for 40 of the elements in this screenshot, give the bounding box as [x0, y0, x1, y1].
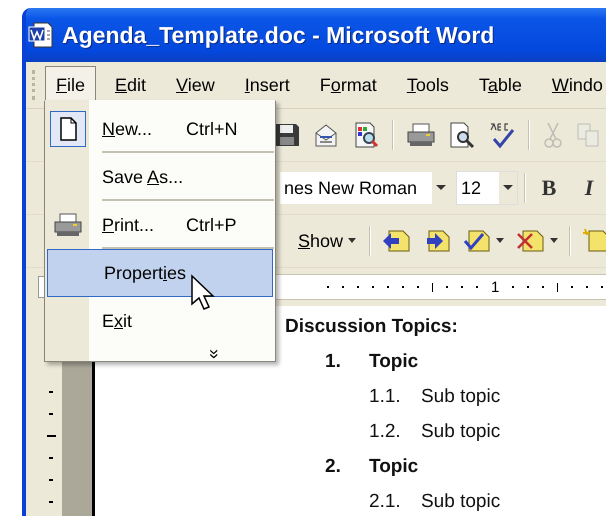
menu-item[interactable]: View: [165, 66, 226, 104]
menu-item[interactable]: Insert: [234, 66, 301, 104]
menu-item[interactable]: Windo: [540, 66, 606, 104]
bold-button[interactable]: B: [532, 175, 566, 201]
show-button[interactable]: Show: [296, 226, 360, 256]
window-title: Agenda_Template.doc - Microsoft Word: [62, 22, 494, 48]
expand-menu-button[interactable]: »: [45, 345, 275, 363]
menu-item[interactable]: Save As...: [45, 153, 275, 201]
subtopic-text: Sub topic: [421, 421, 500, 444]
printer-icon[interactable]: [406, 122, 436, 148]
menu-item[interactable]: Format: [308, 66, 388, 104]
list-number: 1.1.: [368, 386, 402, 409]
topic-text: Topic: [369, 456, 418, 479]
heading: Discussion Topics:: [285, 316, 459, 339]
list-number: 2.1.: [368, 491, 402, 514]
font-size-field[interactable]: 12: [456, 171, 518, 205]
list-number: 1.2.: [368, 421, 402, 444]
dropdown-arrow-icon[interactable]: [347, 238, 358, 244]
menu-item[interactable]: Edit: [104, 66, 158, 104]
subtopic-text: Sub topic: [421, 386, 500, 409]
dropdown-arrow-icon[interactable]: [549, 238, 560, 244]
menu-item[interactable]: New... Ctrl+N: [45, 105, 275, 153]
font-name-field[interactable]: nes New Roman: [280, 172, 450, 204]
document-icon: [28, 21, 54, 49]
list-number: 1.: [324, 351, 342, 374]
list-number: 2.: [324, 456, 342, 479]
menu-item[interactable]: Tools: [396, 66, 460, 104]
printer-icon: [53, 212, 83, 238]
spell-check-icon[interactable]: [488, 121, 516, 149]
ruler-number: 1: [491, 278, 500, 296]
menu-item[interactable]: Table: [468, 66, 533, 104]
italic-button[interactable]: I: [572, 175, 606, 201]
dropdown-arrow-icon[interactable]: [495, 238, 506, 244]
menu-item[interactable]: Properties: [47, 249, 273, 297]
topic-text: Topic: [369, 351, 418, 374]
menu-item[interactable]: Exit: [45, 297, 275, 345]
blank-page-icon: [51, 112, 85, 146]
menu-item[interactable]: Print... Ctrl+P: [45, 201, 275, 249]
subtopic-text: Sub topic: [421, 491, 500, 514]
page-magnifier-icon[interactable]: [448, 121, 476, 149]
